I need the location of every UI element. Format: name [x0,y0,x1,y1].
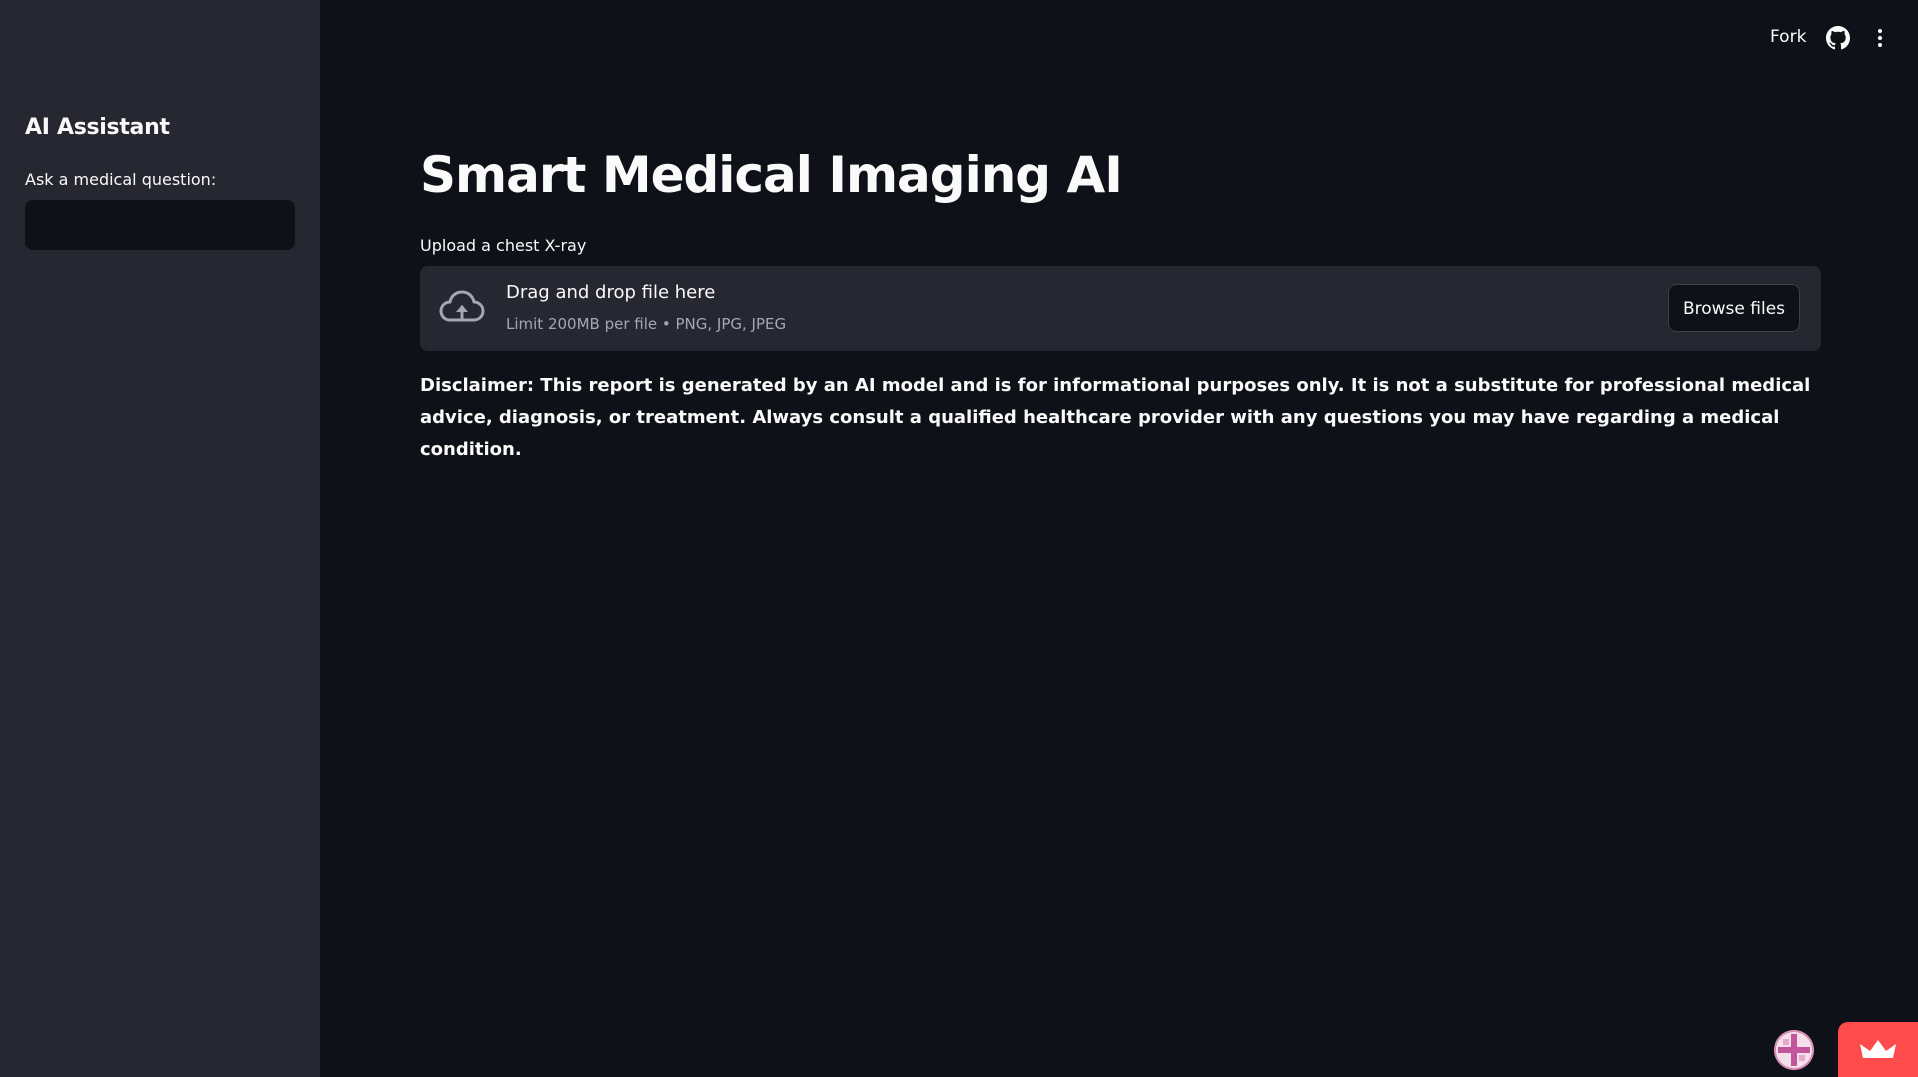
github-icon[interactable] [1826,26,1850,50]
crown-icon [1860,1040,1896,1058]
kebab-menu-icon[interactable] [1872,26,1888,50]
question-input[interactable] [25,200,295,250]
page-title: Smart Medical Imaging AI [420,146,1123,204]
dropzone-title: Drag and drop file here [506,282,716,303]
question-label: Ask a medical question: [25,170,217,189]
dropzone-subtitle: Limit 200MB per file • PNG, JPG, JPEG [506,315,787,333]
user-avatar-icon[interactable] [1774,1030,1814,1070]
sidebar: AI Assistant Ask a medical question: [0,0,320,1077]
cloud-upload-icon [439,290,485,322]
app-root: AI Assistant Ask a medical question: For… [0,0,1918,1077]
sidebar-title: AI Assistant [25,115,170,140]
browse-files-button[interactable]: Browse files [1668,284,1800,332]
avatar-pattern [1774,1030,1814,1070]
file-dropzone[interactable]: Drag and drop file here Limit 200MB per … [420,266,1821,351]
disclaimer-text: Disclaimer: This report is generated by … [420,375,1811,460]
upload-label: Upload a chest X-ray [420,236,587,255]
streamlit-badge[interactable] [1838,1022,1918,1077]
fork-link[interactable]: Fork [1770,27,1806,47]
